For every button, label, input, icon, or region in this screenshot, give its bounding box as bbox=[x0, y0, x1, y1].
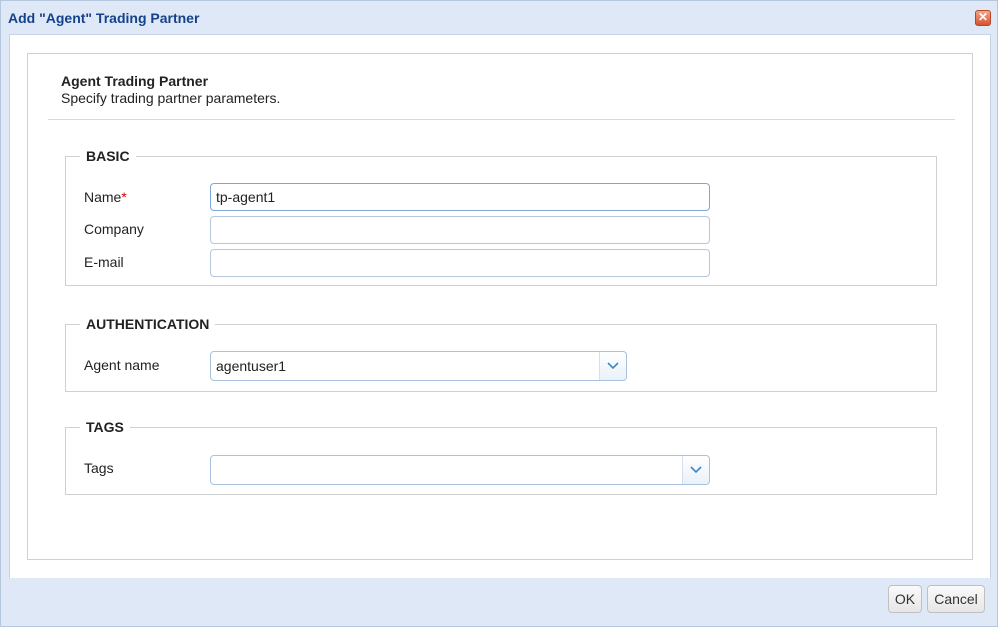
tags-label: Tags bbox=[84, 460, 114, 476]
dialog-titlebar[interactable]: Add "Agent" Trading Partner ✕ bbox=[1, 1, 997, 34]
required-marker: * bbox=[121, 189, 127, 205]
dialog-window: Add "Agent" Trading Partner ✕ Agent Trad… bbox=[0, 0, 998, 627]
dialog-footer: OK Cancel bbox=[1, 578, 997, 626]
trading-partner-panel: Agent Trading Partner Specify trading pa… bbox=[27, 53, 973, 560]
agent-name-value: agentuser1 bbox=[216, 358, 287, 374]
email-label: E-mail bbox=[84, 254, 124, 270]
name-label: Name* bbox=[84, 189, 127, 205]
dialog-body: Agent Trading Partner Specify trading pa… bbox=[9, 34, 991, 579]
tags-combobox[interactable] bbox=[210, 455, 710, 485]
dialog-title: Add "Agent" Trading Partner bbox=[8, 10, 200, 26]
tags-dropdown-trigger[interactable] bbox=[682, 456, 709, 484]
panel-title: Agent Trading Partner bbox=[61, 73, 209, 89]
agent-name-combobox[interactable]: agentuser1 bbox=[210, 351, 627, 381]
agent-name-dropdown-trigger[interactable] bbox=[599, 352, 626, 380]
ok-button[interactable]: OK bbox=[888, 585, 922, 613]
tags-legend: TAGS bbox=[86, 419, 124, 435]
close-icon: ✕ bbox=[977, 10, 989, 24]
name-label-text: Name bbox=[84, 189, 122, 205]
panel-divider bbox=[48, 119, 955, 120]
email-input[interactable] bbox=[210, 249, 710, 277]
company-input[interactable] bbox=[210, 216, 710, 244]
agent-name-label: Agent name bbox=[84, 357, 160, 373]
close-button[interactable]: ✕ bbox=[975, 10, 991, 26]
cancel-button[interactable]: Cancel bbox=[927, 585, 985, 613]
chevron-down-icon bbox=[607, 362, 619, 370]
chevron-down-icon bbox=[690, 466, 702, 474]
basic-legend: BASIC bbox=[86, 148, 130, 164]
company-label: Company bbox=[84, 221, 144, 237]
authentication-legend: AUTHENTICATION bbox=[86, 316, 210, 332]
name-input[interactable] bbox=[210, 183, 710, 211]
panel-subtitle: Specify trading partner parameters. bbox=[61, 90, 281, 106]
